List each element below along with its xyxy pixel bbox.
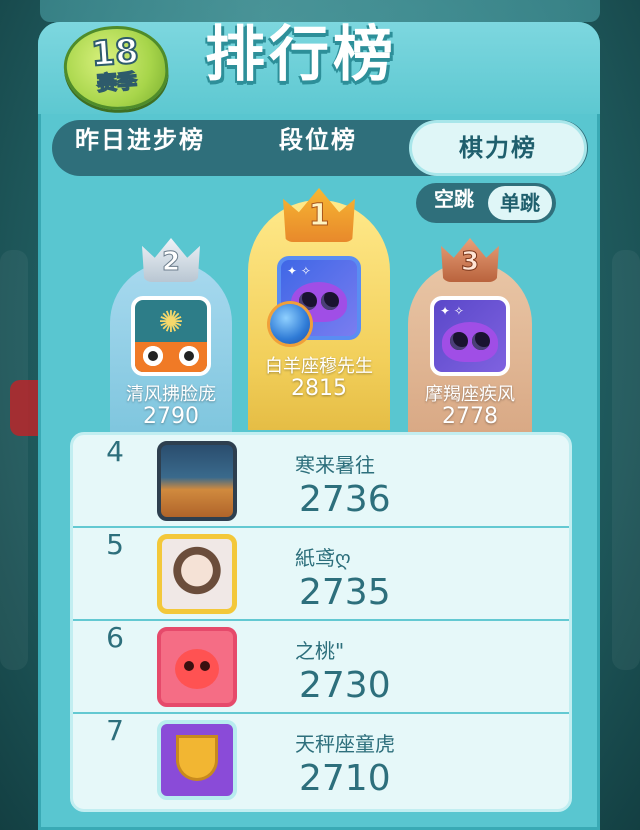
tab-chess-strength[interactable]: 棋力榜 [412, 123, 584, 173]
rank-number: 5 [106, 528, 124, 561]
podium-second[interactable]: 2 ✺ 清风拂脸庞 2790 [110, 238, 232, 432]
player-name: 紙鸢ღ [295, 546, 351, 570]
player-name: 寒来暑往 [295, 453, 375, 477]
player-score: 2735 [299, 572, 391, 613]
avatar[interactable]: ✺ [131, 296, 211, 376]
player-score: 2730 [299, 665, 391, 706]
background-left-edge [0, 250, 28, 670]
player-score: 2790 [143, 404, 199, 429]
avatar[interactable] [157, 441, 237, 521]
player-name: 清风拂脸庞 [126, 384, 216, 405]
player-name: 白羊座穆先生 [265, 356, 373, 377]
background-right-edge [612, 250, 640, 670]
player-name: 摩羯座疾风 [425, 384, 515, 405]
avatar[interactable] [157, 627, 237, 707]
player-name: 天秤座童虎 [295, 732, 395, 756]
player-name: 之桃" [295, 639, 345, 663]
avatar[interactable] [157, 534, 237, 614]
stars-icon: ✦ ✧ [287, 264, 311, 278]
tab-rank-tier[interactable]: 段位榜 [228, 120, 408, 176]
podium-first[interactable]: 1 ✦ ✧ 白羊座穆先生 2815 [248, 188, 390, 430]
player-score: 2815 [291, 376, 347, 401]
player-score: 2778 [442, 404, 498, 429]
tab-bar: 昨日进步榜 段位榜 棋力榜 [52, 120, 588, 176]
firework-icon: ✺ [158, 305, 184, 340]
player-score: 2710 [299, 758, 391, 799]
list-item[interactable]: 4 寒来暑往 2736 [73, 435, 569, 528]
tab-daily-progress[interactable]: 昨日进步榜 [52, 120, 228, 176]
orange-monster-icon [135, 342, 207, 372]
red-monster-icon [175, 649, 219, 689]
toggle-option-single-jump[interactable]: 单跳 [488, 186, 552, 220]
list-item[interactable]: 7 天秤座童虎 2710 [73, 714, 569, 807]
avatar[interactable] [157, 720, 237, 800]
list-item[interactable]: 5 紙鸢ღ 2735 [73, 528, 569, 621]
stars-icon: ✦ ✧ [440, 304, 464, 318]
purple-monster-icon [442, 322, 498, 362]
trophy-icon [179, 738, 215, 778]
avatar[interactable]: ✦ ✧ [430, 296, 510, 376]
ranking-list[interactable]: 4 寒来暑往 2736 5 紙鸢ღ 2735 6 之桃" 2730 7 天秤座童… [70, 432, 572, 812]
jump-mode-toggle[interactable]: 空跳 单跳 [416, 183, 556, 223]
rank-number: 4 [106, 435, 124, 468]
rank-number: 7 [106, 714, 124, 747]
player-score: 2736 [299, 479, 391, 520]
page-title: 排行榜 [205, 20, 397, 90]
rank-number: 6 [106, 621, 124, 654]
podium-third[interactable]: 3 ✦ ✧ 摩羯座疾风 2778 [408, 238, 532, 432]
planet-icon [270, 304, 310, 344]
toggle-option-empty-jump[interactable]: 空跳 [422, 183, 486, 223]
list-item[interactable]: 6 之桃" 2730 [73, 621, 569, 714]
